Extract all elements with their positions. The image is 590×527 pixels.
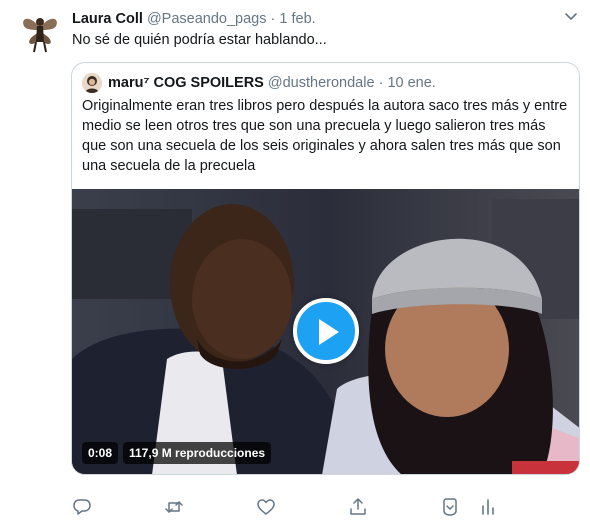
bookmark-icon[interactable]	[440, 497, 460, 517]
header-separator: ·	[270, 11, 276, 27]
chevron-down-icon[interactable]	[562, 8, 580, 26]
quoted-tweet[interactable]: maru⁷ COG SPOILERS @dustherondale · 10 e…	[71, 62, 580, 475]
tweet-actions	[72, 497, 512, 519]
play-button[interactable]	[293, 298, 359, 364]
tweet[interactable]: Laura Coll @Paseando_pags · 1 feb. No sé…	[0, 0, 590, 527]
author-avatar[interactable]	[16, 8, 64, 56]
share-icon[interactable]	[348, 497, 368, 517]
like-icon[interactable]	[256, 497, 276, 517]
analytics-icon[interactable]	[478, 497, 498, 517]
tweet-date[interactable]: 1 feb.	[279, 11, 315, 27]
quoted-author-handle[interactable]: @dustherondale	[268, 75, 375, 91]
quoted-author-avatar	[82, 73, 102, 93]
video-view-count: 117,9 M reproducciones	[123, 442, 272, 464]
quoted-date[interactable]: 10 ene.	[387, 75, 435, 91]
retweet-icon[interactable]	[164, 497, 184, 517]
author-handle[interactable]: @Paseando_pags	[147, 11, 267, 27]
video-duration: 0:08	[82, 442, 119, 464]
quoted-author-name[interactable]: maru⁷ COG SPOILERS	[108, 75, 264, 91]
quoted-tweet-text: Originalmente eran tres libros pero desp…	[82, 98, 568, 174]
tweet-header: Laura Coll @Paseando_pags · 1 feb.	[72, 10, 562, 28]
author-name[interactable]: Laura Coll	[72, 11, 143, 27]
play-icon	[319, 319, 339, 345]
video-player[interactable]: 0:08 117,9 M reproducciones	[72, 189, 579, 474]
tweet-text: No sé de quién podría estar hablando...	[72, 32, 327, 48]
quoted-tweet-header: maru⁷ COG SPOILERS @dustherondale · 10 e…	[82, 72, 562, 94]
quoted-separator: ·	[378, 75, 384, 91]
reply-icon[interactable]	[72, 497, 92, 517]
